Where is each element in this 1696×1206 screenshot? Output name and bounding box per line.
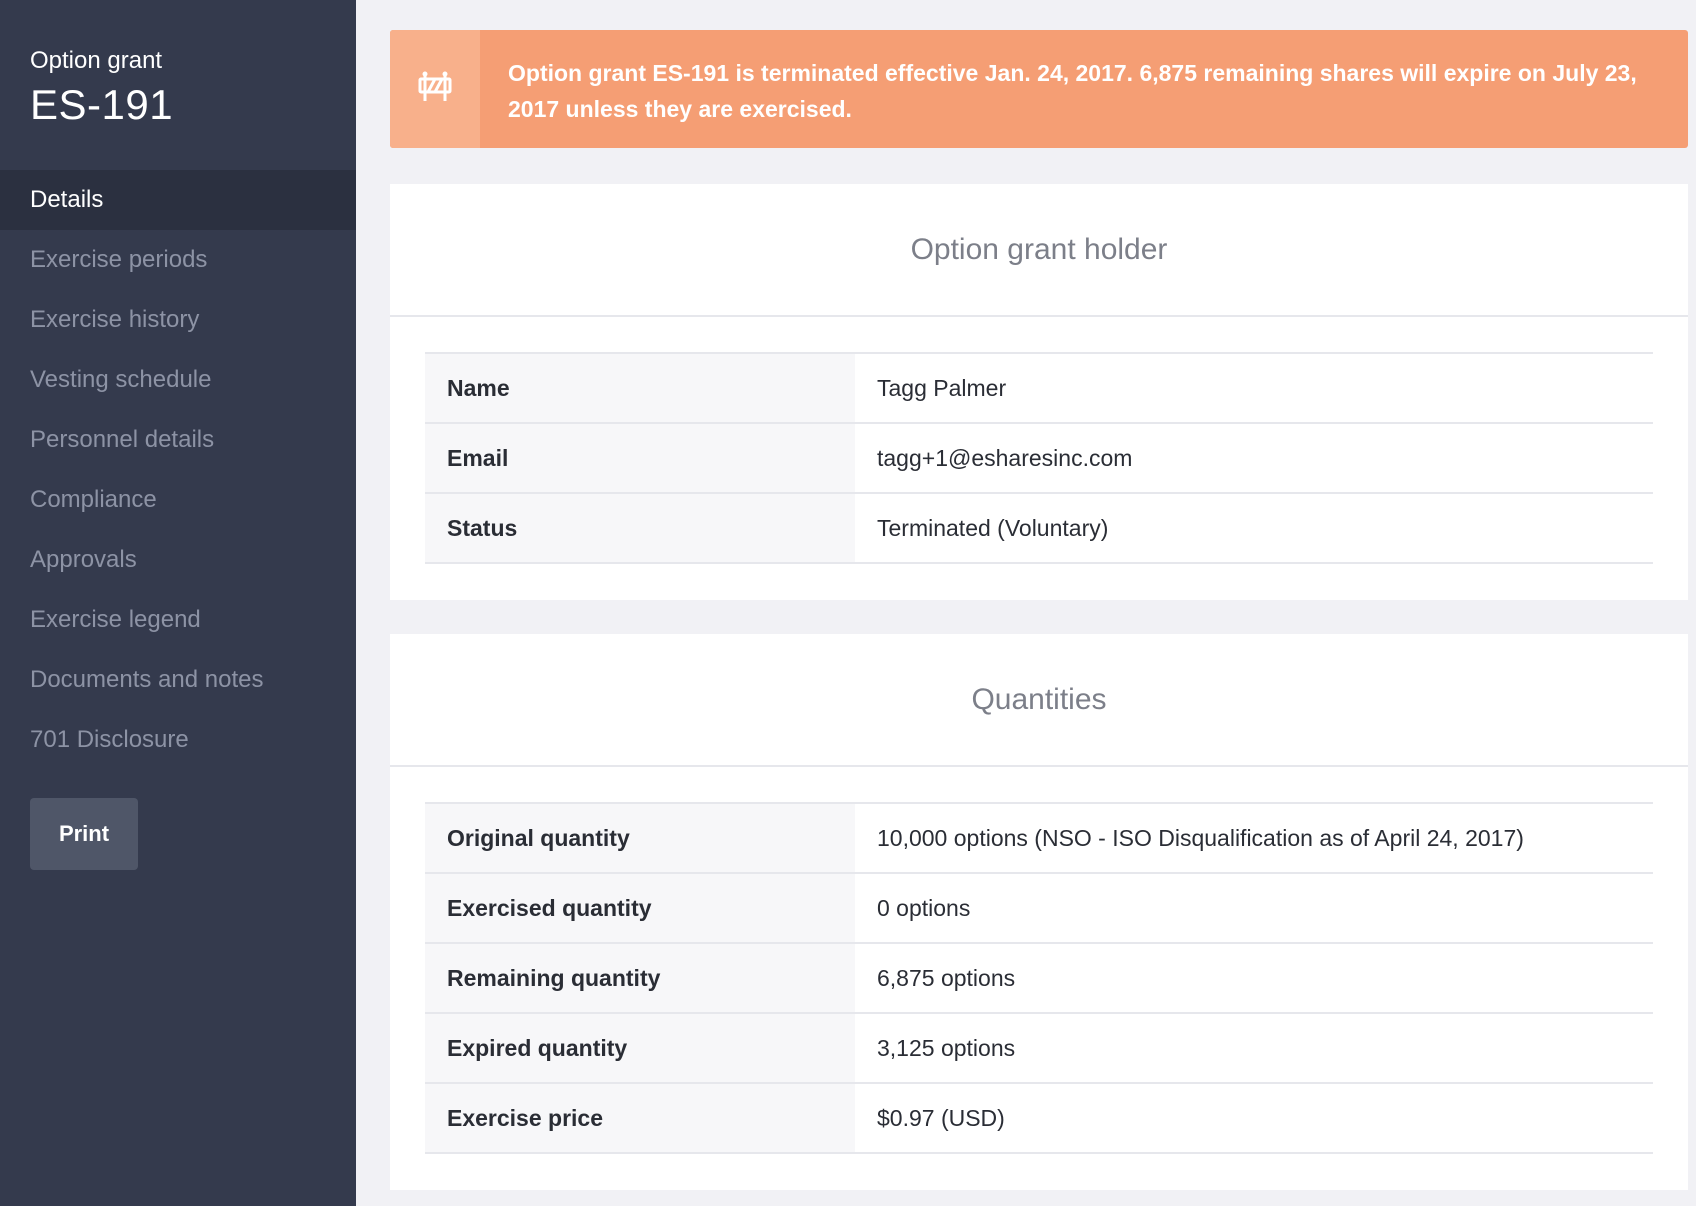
sidebar-header: Option grant ES-191 [0, 0, 356, 170]
nav-item-exercise-legend[interactable]: Exercise legend [0, 590, 356, 650]
nav-item-details[interactable]: Details [0, 170, 356, 230]
nav-item-compliance[interactable]: Compliance [0, 470, 356, 530]
row-value: 0 options [855, 873, 1653, 944]
row-key: Status [425, 493, 855, 564]
alert-message: Option grant ES-191 is terminated effect… [508, 60, 1637, 122]
row-value: 3,125 options [855, 1013, 1653, 1084]
row-key: Name [425, 353, 855, 424]
app-root: Option grant ES-191 Details Exercise per… [0, 0, 1696, 1206]
quantities-card-title: Quantities [971, 682, 1107, 716]
grant-id-title: ES-191 [30, 81, 174, 128]
nav-item-exercise-history[interactable]: Exercise history [0, 290, 356, 350]
row-key: Expired quantity [425, 1013, 855, 1084]
row-key: Exercised quantity [425, 873, 855, 944]
holder-card-header: Option grant holder [390, 184, 1688, 317]
row-value: Terminated (Voluntary) [855, 493, 1653, 564]
row-key: Exercise price [425, 1083, 855, 1154]
row-value: $0.97 (USD) [855, 1083, 1653, 1154]
nav-item-exercise-periods[interactable]: Exercise periods [0, 230, 356, 290]
nav-item-701-disclosure[interactable]: 701 Disclosure [0, 710, 356, 770]
row-key: Remaining quantity [425, 943, 855, 1014]
nav-item-approvals[interactable]: Approvals [0, 530, 356, 590]
quantities-card-header: Quantities [390, 634, 1688, 767]
table-row: Email tagg+1@esharesinc.com [425, 423, 1653, 494]
table-row: Status Terminated (Voluntary) [425, 493, 1653, 564]
table-row: Name Tagg Palmer [425, 353, 1653, 424]
termination-alert: Option grant ES-191 is terminated effect… [390, 30, 1688, 148]
holder-table: Name Tagg Palmer Email tagg+1@esharesinc… [425, 352, 1653, 564]
sidebar-subtitle: Option grant [30, 47, 163, 74]
row-key: Email [425, 423, 855, 494]
row-key: Original quantity [425, 803, 855, 874]
quantities-card-body: Original quantity 10,000 options (NSO - … [390, 767, 1688, 1190]
table-row: Remaining quantity 6,875 options [425, 943, 1653, 1014]
holder-card-title: Option grant holder [910, 232, 1168, 266]
row-value: Tagg Palmer [855, 353, 1653, 424]
quantities-table: Original quantity 10,000 options (NSO - … [425, 802, 1653, 1154]
alert-icon-box [390, 30, 480, 148]
nav-item-personnel-details[interactable]: Personnel details [0, 410, 356, 470]
table-row: Expired quantity 3,125 options [425, 1013, 1653, 1084]
holder-card: Option grant holder Name Tagg Palmer Ema… [390, 184, 1688, 600]
sidebar: Option grant ES-191 Details Exercise per… [0, 0, 356, 1206]
row-value: 6,875 options [855, 943, 1653, 1014]
table-row: Exercised quantity 0 options [425, 873, 1653, 944]
print-button[interactable]: Print [30, 798, 138, 870]
holder-card-body: Name Tagg Palmer Email tagg+1@esharesinc… [390, 317, 1688, 600]
nav-item-documents-and-notes[interactable]: Documents and notes [0, 650, 356, 710]
sidebar-nav: Details Exercise periods Exercise histor… [0, 170, 356, 770]
nav-item-vesting-schedule[interactable]: Vesting schedule [0, 350, 356, 410]
table-row: Original quantity 10,000 options (NSO - … [425, 803, 1653, 874]
quantities-card: Quantities Original quantity 10,000 opti… [390, 634, 1688, 1190]
table-row: Exercise price $0.97 (USD) [425, 1083, 1653, 1154]
barrier-icon [418, 70, 452, 109]
row-value: tagg+1@esharesinc.com [855, 423, 1653, 494]
row-value: 10,000 options (NSO - ISO Disqualificati… [855, 803, 1653, 874]
